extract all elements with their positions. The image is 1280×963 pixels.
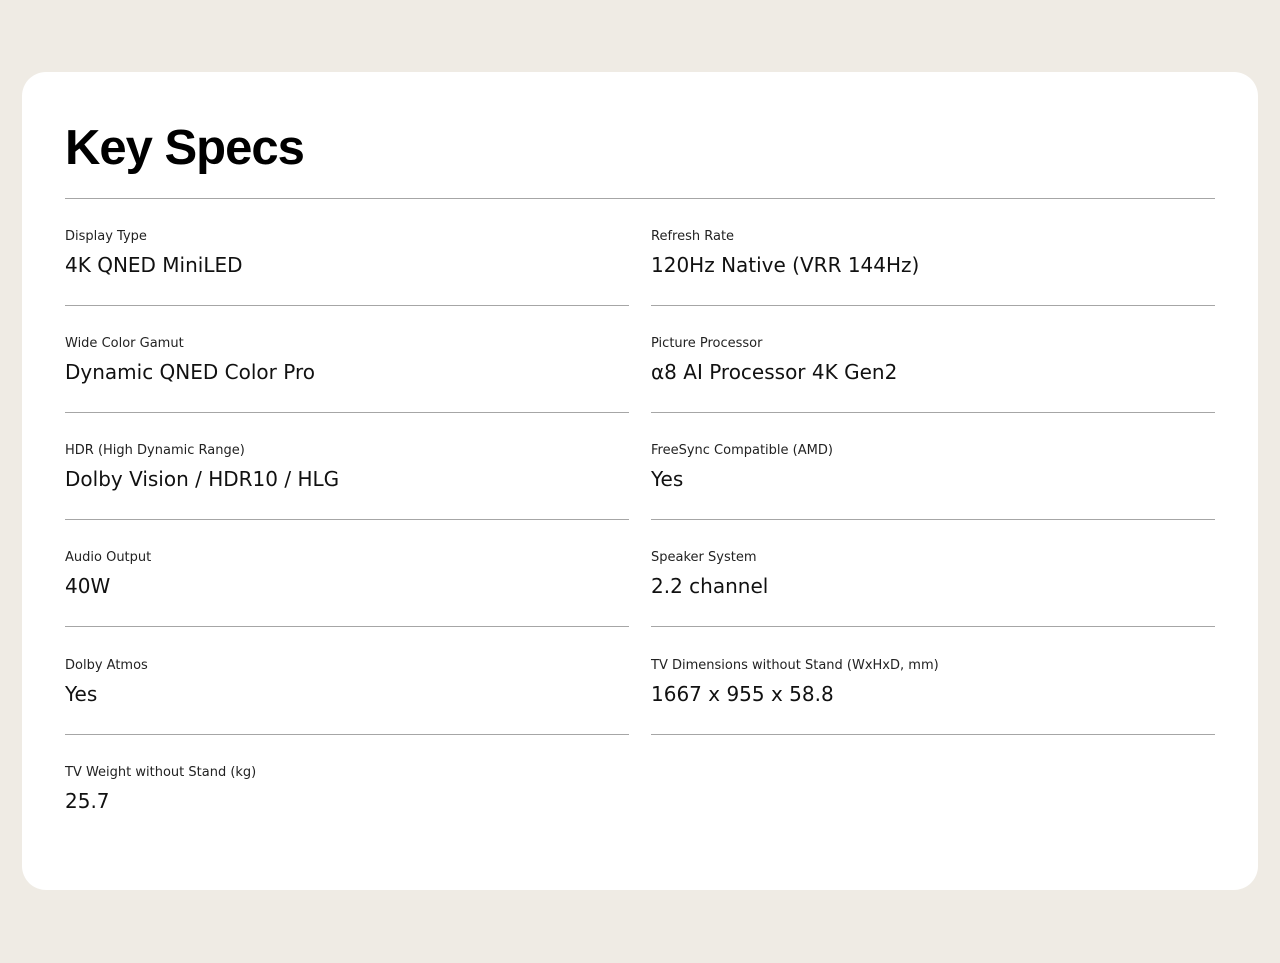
spec-label: Picture Processor (651, 336, 763, 351)
spec-label: TV Dimensions without Stand (WxHxD, mm) (651, 658, 939, 673)
spec-value: 120Hz Native (VRR 144Hz) (651, 253, 920, 277)
spec-refresh-rate: Refresh Rate 120Hz Native (VRR 144Hz) (651, 199, 1215, 306)
page-title: Key Specs (65, 121, 305, 175)
spec-hdr: HDR (High Dynamic Range) Dolby Vision / … (65, 413, 629, 520)
spec-value: 2.2 channel (651, 574, 769, 598)
spec-speaker-system: Speaker System 2.2 channel (651, 520, 1215, 627)
spec-value: 1667 x 955 x 58.8 (651, 682, 834, 706)
spec-value: Yes (65, 682, 98, 706)
spec-picture-processor: Picture Processor α8 AI Processor 4K Gen… (651, 306, 1215, 413)
spec-value: α8 AI Processor 4K Gen2 (651, 360, 898, 384)
spec-value: Dynamic QNED Color Pro (65, 360, 315, 384)
spec-tv-dimensions: TV Dimensions without Stand (WxHxD, mm) … (651, 628, 1215, 735)
spec-label: Dolby Atmos (65, 658, 148, 673)
spec-value: 25.7 (65, 789, 110, 813)
spec-wide-color-gamut: Wide Color Gamut Dynamic QNED Color Pro (65, 306, 629, 413)
spec-label: FreeSync Compatible (AMD) (651, 443, 833, 458)
key-specs-card: Key Specs Display Type 4K QNED MiniLED R… (22, 72, 1258, 890)
spec-label: Wide Color Gamut (65, 336, 184, 351)
spec-value: 4K QNED MiniLED (65, 253, 243, 277)
spec-freesync: FreeSync Compatible (AMD) Yes (651, 413, 1215, 520)
spec-value: Yes (651, 467, 684, 491)
spec-label: HDR (High Dynamic Range) (65, 443, 245, 458)
spec-audio-output: Audio Output 40W (65, 520, 629, 627)
spec-tv-weight: TV Weight without Stand (kg) 25.7 (65, 735, 629, 842)
spec-value: Dolby Vision / HDR10 / HLG (65, 467, 340, 491)
spec-label: Display Type (65, 229, 147, 244)
spec-label: Speaker System (651, 550, 757, 565)
spec-label: TV Weight without Stand (kg) (65, 765, 257, 780)
spec-label: Refresh Rate (651, 229, 735, 244)
spec-label: Audio Output (65, 550, 152, 565)
spec-value: 40W (65, 574, 111, 598)
spec-dolby-atmos: Dolby Atmos Yes (65, 628, 629, 735)
spec-display-type: Display Type 4K QNED MiniLED (65, 199, 629, 306)
